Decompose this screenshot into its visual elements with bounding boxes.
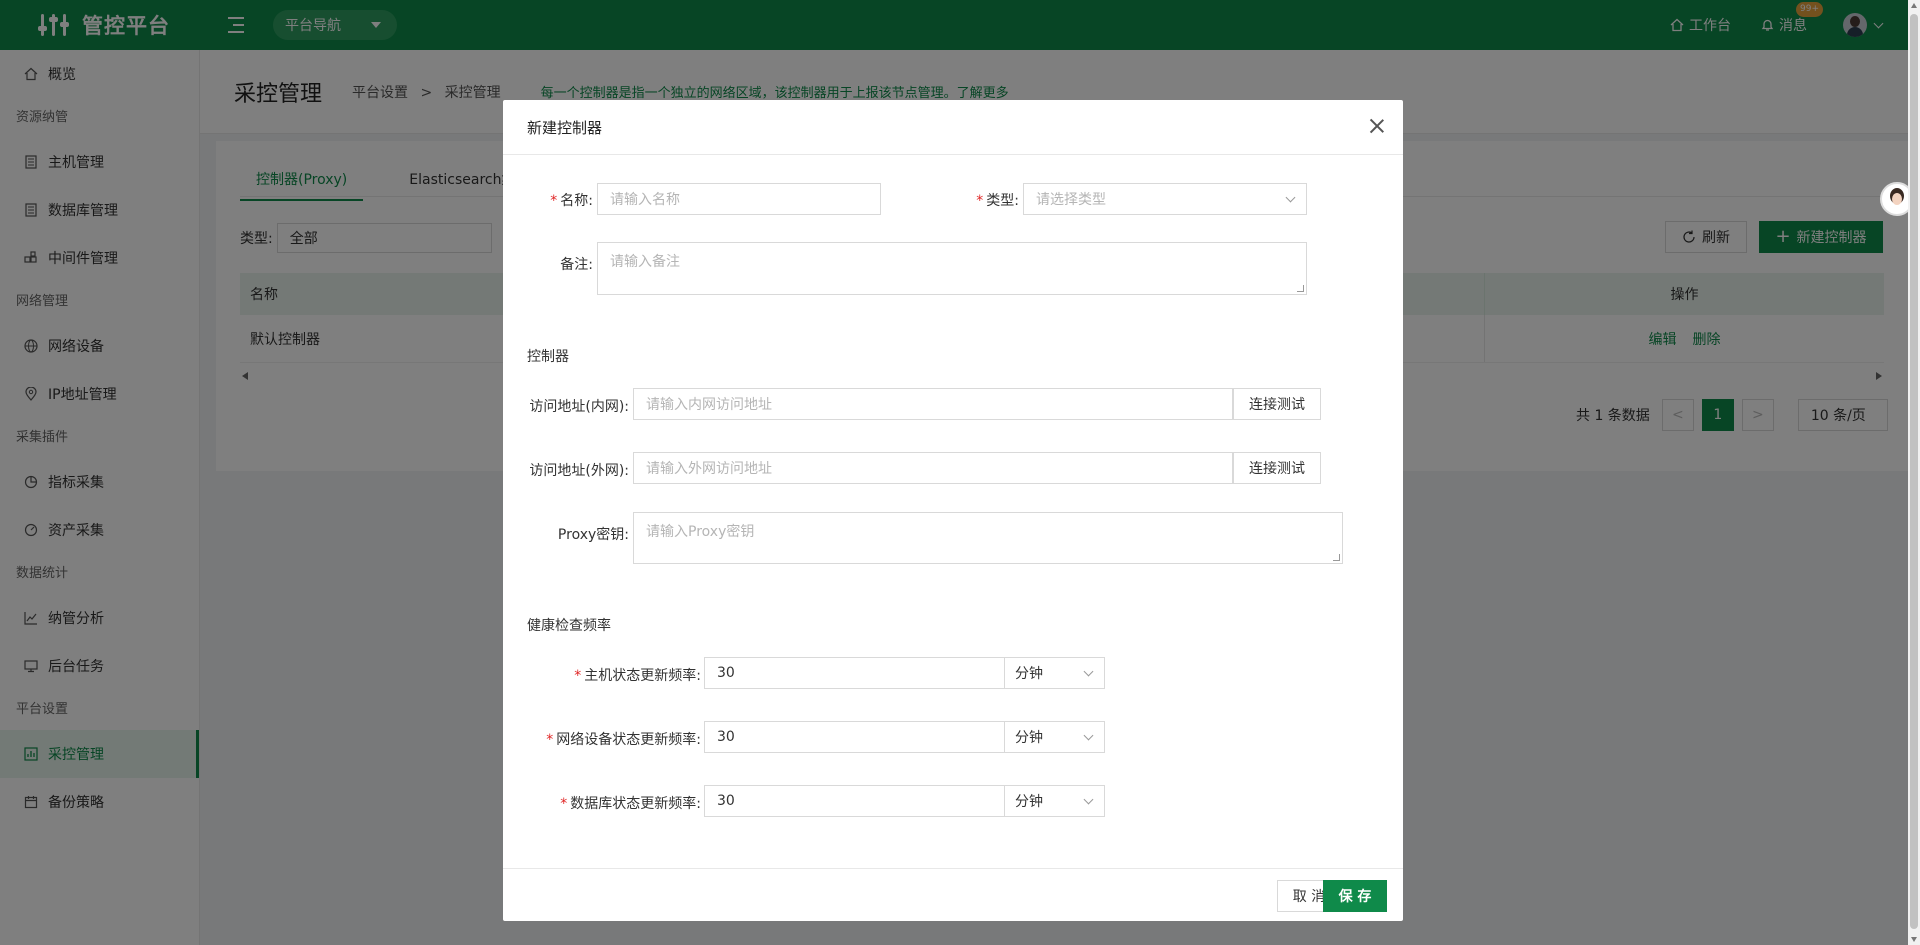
- db-freq-unit-select[interactable]: 分钟: [1004, 785, 1105, 817]
- host-freq-label-text: 主机状态更新频率:: [584, 668, 701, 684]
- host-freq-label: * 主机状态更新频率:: [574, 668, 701, 684]
- name-input[interactable]: 请输入名称: [597, 183, 881, 215]
- host-freq-unit-select[interactable]: 分钟: [1004, 657, 1105, 689]
- host-freq-input[interactable]: 30: [704, 657, 1005, 689]
- net-freq-unit: 分钟: [1015, 730, 1043, 746]
- net-freq-unit-select[interactable]: 分钟: [1004, 721, 1105, 753]
- section-title-controller: 控制器: [527, 349, 569, 365]
- new-controller-modal: 新建控制器 * 名称: 请输入名称 * 类型: 请选择类型 备注: 请输入备注 控制…: [503, 100, 1403, 921]
- type-select[interactable]: 请选择类型: [1023, 183, 1307, 215]
- scroll-down-icon[interactable]: [1911, 937, 1917, 942]
- scroll-up-icon[interactable]: [1911, 3, 1917, 8]
- name-label: * 名称:: [550, 193, 593, 209]
- section-title-health: 健康检查频率: [527, 618, 611, 634]
- type-label: * 类型:: [976, 193, 1019, 209]
- extranet-label: 访问地址(外网):: [529, 463, 629, 479]
- scrollbar-thumb[interactable]: [1910, 14, 1918, 929]
- proxy-key-label: Proxy密钥:: [557, 527, 629, 543]
- db-freq-input[interactable]: 30: [704, 785, 1005, 817]
- net-freq-input[interactable]: 30: [704, 721, 1005, 753]
- type-label-text: 类型:: [986, 193, 1019, 209]
- intranet-test-button[interactable]: 连接测试: [1233, 388, 1321, 420]
- modal-footer: 取 消 保 存: [503, 868, 1403, 921]
- db-freq-label: * 数据库状态更新频率:: [560, 796, 701, 812]
- chevron-down-icon: [1083, 730, 1094, 741]
- db-freq-unit: 分钟: [1015, 794, 1043, 810]
- close-icon[interactable]: [1369, 118, 1385, 134]
- net-freq-label: * 网络设备状态更新频率:: [546, 732, 701, 748]
- chevron-down-icon: [1285, 192, 1296, 203]
- extranet-address-input[interactable]: 请输入外网访问地址: [633, 452, 1233, 484]
- remark-textarea[interactable]: 请输入备注: [597, 242, 1307, 295]
- net-freq-label-text: 网络设备状态更新频率:: [556, 732, 701, 748]
- type-select-placeholder: 请选择类型: [1036, 192, 1106, 208]
- remark-label: 备注:: [560, 257, 593, 273]
- extranet-test-button[interactable]: 连接测试: [1233, 452, 1321, 484]
- modal-header: 新建控制器: [503, 100, 1403, 155]
- intranet-label: 访问地址(内网):: [529, 399, 629, 415]
- db-freq-label-text: 数据库状态更新频率:: [570, 796, 701, 812]
- proxy-key-textarea[interactable]: 请输入Proxy密钥: [633, 512, 1343, 564]
- chevron-down-icon: [1083, 794, 1094, 805]
- vertical-scrollbar[interactable]: [1908, 0, 1920, 945]
- modal-title: 新建控制器: [527, 118, 603, 137]
- chevron-down-icon: [1083, 666, 1094, 677]
- name-label-text: 名称:: [560, 193, 593, 209]
- host-freq-unit: 分钟: [1015, 666, 1043, 682]
- save-button[interactable]: 保 存: [1323, 880, 1387, 912]
- intranet-address-input[interactable]: 请输入内网访问地址: [633, 388, 1233, 420]
